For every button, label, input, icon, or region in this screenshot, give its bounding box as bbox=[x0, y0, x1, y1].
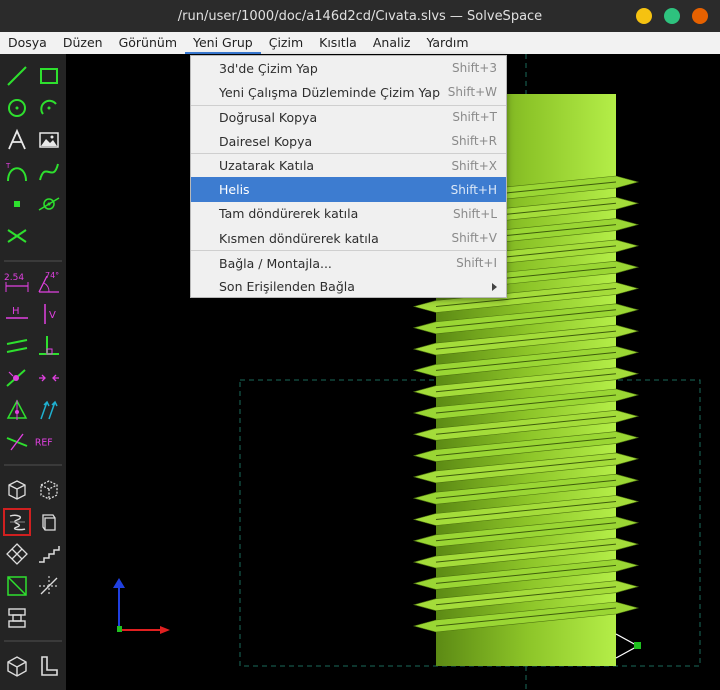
vertical-icon[interactable]: V bbox=[35, 300, 63, 328]
x-axis-arrow-icon bbox=[160, 626, 170, 634]
item-shortcut: Shift+L bbox=[452, 206, 497, 221]
item-shortcut: Shift+V bbox=[451, 231, 497, 246]
tangent-arc-icon[interactable]: T bbox=[3, 158, 31, 186]
solid-icon[interactable] bbox=[3, 652, 31, 680]
equal-icon[interactable] bbox=[35, 364, 63, 392]
toolbar-separator bbox=[4, 260, 62, 262]
menu-dosya[interactable]: Dosya bbox=[0, 32, 55, 54]
item-shortcut: Shift+T bbox=[452, 110, 497, 125]
nearest-iso-icon[interactable] bbox=[3, 476, 31, 504]
y-axis-arrow-icon bbox=[113, 578, 125, 588]
menu-item-kismen-dondurerek[interactable]: Kısmen döndürerek katıla Shift+V bbox=[191, 226, 506, 250]
solid-mesh-icon[interactable] bbox=[3, 540, 31, 568]
item-label: Dairesel Kopya bbox=[219, 133, 313, 149]
menu-cizim[interactable]: Çizim bbox=[261, 32, 311, 54]
item-shortcut: Shift+3 bbox=[452, 61, 497, 76]
menu-item-yeni-calisma-duzlemi[interactable]: Yeni Çalışma Düzleminde Çizim Yap Shift+W bbox=[191, 80, 506, 104]
split-icon[interactable] bbox=[3, 222, 31, 250]
angle-icon[interactable]: 74° bbox=[35, 268, 63, 296]
dimension-icon[interactable]: 2.54 bbox=[3, 268, 31, 296]
reference-label: REF bbox=[35, 438, 53, 449]
assembly-icon[interactable] bbox=[3, 604, 31, 632]
vertical-label: V bbox=[49, 310, 56, 321]
arc-icon[interactable] bbox=[35, 94, 63, 122]
rectangle-icon[interactable] bbox=[35, 62, 63, 90]
menu-item-dairesel-kopya[interactable]: Dairesel Kopya Shift+R bbox=[191, 129, 506, 153]
window-controls bbox=[636, 8, 708, 24]
item-shortcut: Shift+I bbox=[456, 256, 497, 271]
menu-duzen[interactable]: Düzen bbox=[55, 32, 111, 54]
item-label: Uzatarak Katıla bbox=[219, 158, 315, 174]
item-shortcut: Shift+W bbox=[447, 85, 497, 100]
close-button[interactable] bbox=[692, 8, 708, 24]
menu-yardim[interactable]: Yardım bbox=[418, 32, 476, 54]
nearest-ortho-icon[interactable] bbox=[35, 476, 63, 504]
same-orientation-icon[interactable] bbox=[35, 396, 63, 424]
reference-icon[interactable]: REF bbox=[33, 428, 61, 456]
image-icon[interactable] bbox=[35, 126, 63, 154]
menu-item-bagla-montajla[interactable]: Bağla / Montajla... Shift+I bbox=[191, 250, 506, 274]
item-label: Bağla / Montajla... bbox=[219, 255, 332, 271]
menu-item-uzatarak-katila[interactable]: Uzatarak Katıla Shift+X bbox=[191, 153, 506, 177]
yeni-grup-dropdown: 3d'de Çizim Yap Shift+3 Yeni Çalışma Düzl… bbox=[190, 55, 507, 298]
text-icon[interactable] bbox=[3, 126, 31, 154]
perpendicular-icon[interactable] bbox=[35, 332, 63, 360]
menu-gorunum[interactable]: Görünüm bbox=[111, 32, 185, 54]
item-label: 3d'de Çizim Yap bbox=[219, 60, 318, 76]
toolbar-separator bbox=[4, 640, 62, 642]
horizontal-label: H bbox=[12, 306, 20, 317]
menu-item-son-erisilenden-bagla[interactable]: Son Erişilenden Bağla bbox=[191, 275, 506, 299]
menu-item-dogrusal-kopya[interactable]: Doğrusal Kopya Shift+T bbox=[191, 104, 506, 129]
window-title: /run/user/1000/doc/a146d2cd/Cıvata.slvs … bbox=[177, 8, 543, 24]
origin-point bbox=[117, 626, 122, 632]
item-shortcut: Shift+R bbox=[451, 134, 497, 149]
menu-item-tam-dondurerek[interactable]: Tam döndürerek katıla Shift+L bbox=[191, 202, 506, 226]
hidden-line-icon[interactable] bbox=[3, 572, 31, 600]
menu-item-3d-cizim[interactable]: 3d'de Çizim Yap Shift+3 bbox=[191, 56, 506, 80]
trim-icon[interactable] bbox=[3, 428, 31, 456]
title-bar: /run/user/1000/doc/a146d2cd/Cıvata.slvs … bbox=[0, 0, 720, 32]
minimize-button[interactable] bbox=[636, 8, 652, 24]
item-shortcut: Shift+X bbox=[451, 158, 497, 173]
construction-icon[interactable] bbox=[35, 190, 63, 218]
parallel-icon[interactable] bbox=[3, 332, 31, 360]
menu-analiz[interactable]: Analiz bbox=[365, 32, 419, 54]
svg-text:T: T bbox=[5, 162, 11, 170]
helix-icon[interactable] bbox=[3, 508, 31, 536]
menu-yeni-grup[interactable]: Yeni Grup bbox=[185, 32, 261, 54]
symmetric-icon[interactable] bbox=[3, 396, 31, 424]
item-label: Tam döndürerek katıla bbox=[219, 206, 359, 222]
item-label: Helis bbox=[219, 182, 250, 198]
item-label: Son Erişilenden Bağla bbox=[219, 279, 355, 295]
point-on-icon[interactable] bbox=[3, 364, 31, 392]
spline-icon[interactable] bbox=[35, 158, 63, 186]
item-label: Doğrusal Kopya bbox=[219, 109, 318, 125]
toolbar-separator bbox=[4, 464, 62, 466]
menu-bar: Dosya Düzen Görünüm Yeni Grup Çizim Kısı… bbox=[0, 32, 720, 54]
helix-endpoint[interactable] bbox=[634, 642, 641, 649]
toolbar: T 2.54 74° H V REF bbox=[0, 54, 66, 690]
horizontal-icon[interactable]: H bbox=[3, 300, 31, 328]
dimension-label: 2.54 bbox=[4, 273, 24, 283]
point-icon[interactable] bbox=[3, 190, 31, 218]
circle-icon[interactable] bbox=[3, 94, 31, 122]
line-icon[interactable] bbox=[3, 62, 31, 90]
item-label: Kısmen döndürerek katıla bbox=[219, 230, 379, 246]
angle-label: 74° bbox=[45, 271, 59, 280]
item-shortcut: Shift+H bbox=[450, 182, 497, 197]
menu-item-helis[interactable]: Helis Shift+H bbox=[191, 177, 506, 202]
submenu-arrow-icon bbox=[492, 282, 497, 291]
maximize-button[interactable] bbox=[664, 8, 680, 24]
revolve-icon[interactable] bbox=[35, 508, 63, 536]
menu-kisitla[interactable]: Kısıtla bbox=[311, 32, 365, 54]
stepped-icon[interactable] bbox=[35, 540, 63, 568]
outline-icon[interactable] bbox=[35, 652, 63, 680]
item-label: Yeni Çalışma Düzleminde Çizim Yap bbox=[219, 84, 441, 100]
ghost-icon[interactable] bbox=[35, 572, 63, 600]
